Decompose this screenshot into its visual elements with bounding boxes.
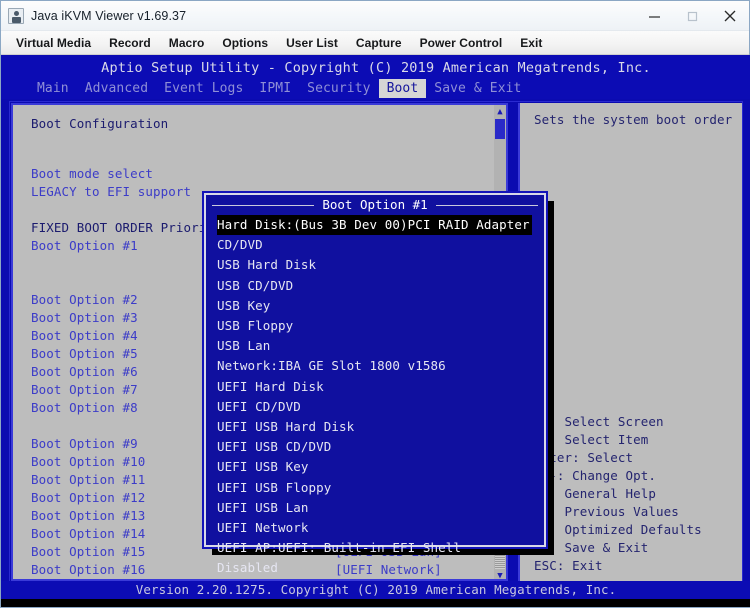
setting-boot-option-8[interactable]: Boot Option #8	[31, 399, 138, 417]
boot-option-item-cd-dvd[interactable]: CD/DVD	[217, 235, 265, 255]
window-title: Java iKVM Viewer v1.69.37	[31, 8, 187, 23]
setting-boot-option-4[interactable]: Boot Option #4	[31, 327, 138, 345]
boot-option-item-disabled[interactable]: Disabled	[217, 558, 280, 578]
window-titlebar: Java iKVM Viewer v1.69.37	[1, 1, 749, 31]
boot-option-item-uefi-network[interactable]: UEFI Network	[217, 518, 311, 538]
menu-item-record[interactable]: Record	[100, 34, 160, 52]
kvm-console[interactable]: Aptio Setup Utility - Copyright (C) 2019…	[1, 55, 750, 607]
tab-event-logs[interactable]: Event Logs	[156, 79, 251, 98]
menu-item-power-control[interactable]: Power Control	[411, 34, 512, 52]
boot-option-item-uefi-hard-disk[interactable]: UEFI Hard Disk	[217, 377, 326, 397]
bios-tabbar: Main Advanced Event Logs IPMI Security B…	[1, 79, 750, 98]
boot-option-item-usb-floppy[interactable]: USB Floppy	[217, 316, 295, 336]
menu-item-virtual-media[interactable]: Virtual Media	[7, 34, 100, 52]
boot-option-item-usb-cd-dvd[interactable]: USB CD/DVD	[217, 276, 295, 296]
setting-boot-option-10[interactable]: Boot Option #10	[31, 453, 145, 471]
boot-option-item-usb-key[interactable]: USB Key	[217, 296, 272, 316]
setting-boot-option-7[interactable]: Boot Option #7	[31, 381, 138, 399]
bios-header: Aptio Setup Utility - Copyright (C) 2019…	[1, 55, 750, 99]
setting-boot-option-6[interactable]: Boot Option #6	[31, 363, 138, 381]
boot-option-1-popup: Boot Option #1 Hard Disk:(Bus 3B Dev 00)…	[202, 191, 548, 575]
setting-boot-option-15[interactable]: Boot Option #15	[31, 543, 145, 561]
bios-screen: Aptio Setup Utility - Copyright (C) 2019…	[1, 55, 750, 603]
boot-option-item-uefi-usb-lan[interactable]: UEFI USB Lan	[217, 498, 311, 518]
menu-item-capture[interactable]: Capture	[347, 34, 411, 52]
boot-option-item-uefi-usb-hard-disk[interactable]: UEFI USB Hard Disk	[217, 417, 356, 437]
menu-item-exit[interactable]: Exit	[511, 34, 551, 52]
setting-boot-option-5[interactable]: Boot Option #5	[31, 345, 138, 363]
scrollbar-thumb[interactable]	[495, 119, 505, 139]
popup-rule-right	[420, 205, 538, 206]
key-esc-exit: ESC: Exit	[534, 558, 603, 573]
setting-boot-option-14[interactable]: Boot Option #14	[31, 525, 145, 543]
boot-option-list: Hard Disk:(Bus 3B Dev 00)PCI RAID Adapte…	[206, 215, 544, 575]
menu-item-options[interactable]: Options	[213, 34, 277, 52]
key-previous-values: F2: Previous Values	[534, 504, 679, 519]
setting-boot-option-12[interactable]: Boot Option #12	[31, 489, 145, 507]
setting-boot-option-16[interactable]: Boot Option #16	[31, 561, 145, 579]
tab-main[interactable]: Main	[29, 79, 77, 98]
popup-rule-left	[212, 205, 330, 206]
setting-legacy-to-efi-support[interactable]: LEGACY to EFI support	[31, 183, 191, 201]
boot-option-item-uefi-usb-key[interactable]: UEFI USB Key	[217, 457, 311, 477]
boot-option-item-uefi-usb-cd-dvd[interactable]: UEFI USB CD/DVD	[217, 437, 333, 457]
popup-titlebar: Boot Option #1	[206, 195, 544, 215]
tab-save-and-exit[interactable]: Save & Exit	[426, 79, 529, 98]
key-optimized-defaults: F3: Optimized Defaults	[534, 522, 702, 537]
bios-title: Aptio Setup Utility - Copyright (C) 2019…	[101, 60, 651, 76]
setting-boot-mode-select[interactable]: Boot mode select	[31, 165, 153, 183]
boot-option-item-uefi-ap-efi-shell[interactable]: UEFI AP:UEFI: Built-in EFI Shell	[217, 538, 463, 558]
menu-item-macro[interactable]: Macro	[160, 34, 214, 52]
close-icon[interactable]	[711, 1, 749, 31]
boot-option-item-usb-hard-disk[interactable]: USB Hard Disk	[217, 255, 318, 275]
application-menubar: Virtual Media Record Macro Options User …	[1, 31, 749, 55]
boot-option-item-uefi-usb-floppy[interactable]: UEFI USB Floppy	[217, 478, 333, 498]
maximize-icon[interactable]	[673, 1, 711, 31]
boot-option-item-network-iba-ge[interactable]: Network:IBA GE Slot 1800 v1586	[217, 356, 448, 376]
menu-item-user-list[interactable]: User List	[277, 34, 347, 52]
tab-advanced[interactable]: Advanced	[77, 79, 156, 98]
boot-option-item-hard-disk-raid[interactable]: Hard Disk:(Bus 3B Dev 00)PCI RAID Adapte…	[217, 215, 532, 236]
tab-ipmi[interactable]: IPMI	[251, 79, 299, 98]
java-app-icon	[8, 7, 24, 24]
scroll-up-arrow-icon[interactable]: ▲	[494, 105, 506, 119]
boot-configuration-heading: Boot Configuration	[31, 116, 169, 131]
setting-boot-option-11[interactable]: Boot Option #11	[31, 471, 145, 489]
boot-option-item-usb-lan[interactable]: USB Lan	[217, 336, 272, 356]
java-ikvm-viewer-window: Java iKVM Viewer v1.69.37 Virtual Media …	[0, 0, 750, 608]
scroll-down-arrow-icon[interactable]: ▼	[494, 569, 506, 579]
tab-boot[interactable]: Boot	[378, 79, 427, 98]
value-boot-option-16[interactable]: [UEFI Network]	[335, 561, 442, 579]
boot-option-item-uefi-cd-dvd[interactable]: UEFI CD/DVD	[217, 397, 303, 417]
setting-boot-option-13[interactable]: Boot Option #13	[31, 507, 145, 525]
console-bottom-stripe	[1, 599, 750, 603]
setting-boot-option-2[interactable]: Boot Option #2	[31, 291, 138, 309]
setting-boot-option-3[interactable]: Boot Option #3	[31, 309, 138, 327]
minimize-icon[interactable]	[635, 1, 673, 31]
popup-title: Boot Option #1	[314, 195, 436, 215]
tab-security[interactable]: Security	[299, 79, 378, 98]
setting-boot-option-9[interactable]: Boot Option #9	[31, 435, 138, 453]
bios-footer-version: Version 2.20.1275. Copyright (C) 2019 Am…	[1, 581, 750, 599]
window-controls	[635, 1, 749, 31]
help-text: Sets the system boot order	[534, 112, 733, 127]
setting-boot-option-1[interactable]: Boot Option #1	[31, 237, 138, 255]
